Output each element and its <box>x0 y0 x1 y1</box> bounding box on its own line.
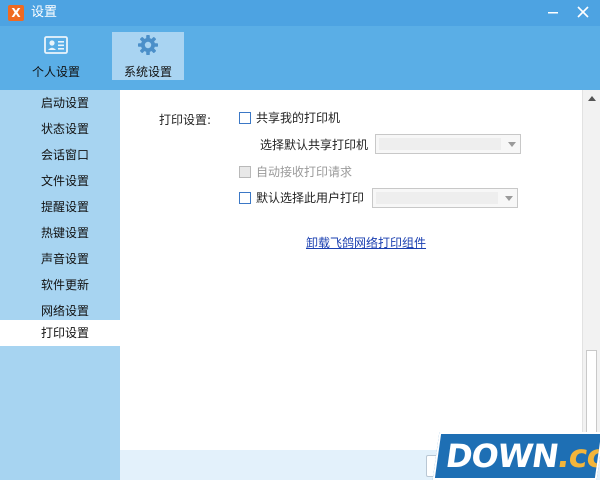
app-logo-icon: X <box>8 5 24 21</box>
close-icon <box>577 6 589 18</box>
sidebar-item-sound[interactable]: 声音设置 <box>0 246 120 272</box>
sidebar-item-chat-window[interactable]: 会话窗口 <box>0 142 120 168</box>
share-printer-label: 共享我的打印机 <box>256 111 341 125</box>
share-printer-checkbox[interactable] <box>239 112 251 124</box>
settings-sidebar: 启动设置 状态设置 会话窗口 文件设置 提醒设置 热键设置 声音设置 软件更新 … <box>0 90 120 480</box>
sidebar-item-update[interactable]: 软件更新 <box>0 272 120 298</box>
chevron-down-icon <box>505 196 513 201</box>
share-printer-option[interactable]: 共享我的打印机 <box>239 110 439 126</box>
sidebar-item-hotkey[interactable]: 热键设置 <box>0 220 120 246</box>
window-title: 设置 <box>31 5 58 20</box>
default-user-print-label: 默认选择此用户打印 <box>256 191 365 205</box>
auto-accept-label: 自动接收打印请求 <box>256 165 353 179</box>
auto-accept-checkbox <box>239 166 251 178</box>
sidebar-item-status[interactable]: 状态设置 <box>0 116 120 142</box>
sidebar-item-reminder[interactable]: 提醒设置 <box>0 194 120 220</box>
auto-accept-option: 自动接收打印请求 <box>239 164 439 180</box>
gear-icon <box>138 35 158 55</box>
chevron-down-icon <box>508 142 516 147</box>
minimize-icon <box>548 12 558 14</box>
close-button[interactable] <box>568 0 598 24</box>
watermark-name: DOWN <box>443 437 561 475</box>
tab-personal-label: 个人设置 <box>31 65 80 79</box>
vertical-scrollbar[interactable] <box>582 90 600 450</box>
tab-system-label: 系统设置 <box>123 65 172 79</box>
site-watermark-logo: DOWN.cc <box>432 432 600 480</box>
tab-system-settings[interactable]: 系统设置 <box>112 32 184 80</box>
minimize-button[interactable] <box>538 0 568 24</box>
default-share-printer-label: 选择默认共享打印机 <box>260 138 369 152</box>
header-tabs: 个人设置 系统设置 <box>0 26 600 90</box>
select-value <box>379 138 501 150</box>
title-bar: X 设置 <box>0 0 600 26</box>
contact-card-icon <box>44 36 68 54</box>
scroll-up-arrow-icon[interactable] <box>588 96 596 101</box>
default-user-print-option[interactable]: 默认选择此用户打印 <box>239 190 379 206</box>
print-settings-label: 打印设置: <box>159 113 212 127</box>
watermark-tld: .cc <box>555 437 600 475</box>
default-share-printer-select[interactable] <box>375 134 521 154</box>
tab-personal-settings[interactable]: 个人设置 <box>20 32 92 80</box>
sidebar-item-file[interactable]: 文件设置 <box>0 168 120 194</box>
default-user-print-select[interactable] <box>372 188 518 208</box>
select-value <box>376 192 498 204</box>
scrollbar-thumb[interactable] <box>586 350 597 436</box>
sidebar-item-print[interactable]: 打印设置 <box>0 320 120 346</box>
uninstall-print-component-link[interactable]: 卸载飞鸽网络打印组件 <box>306 234 426 251</box>
watermark-text: DOWN.cc <box>443 436 600 476</box>
sidebar-item-startup[interactable]: 启动设置 <box>0 90 120 116</box>
default-user-print-checkbox[interactable] <box>239 192 251 204</box>
